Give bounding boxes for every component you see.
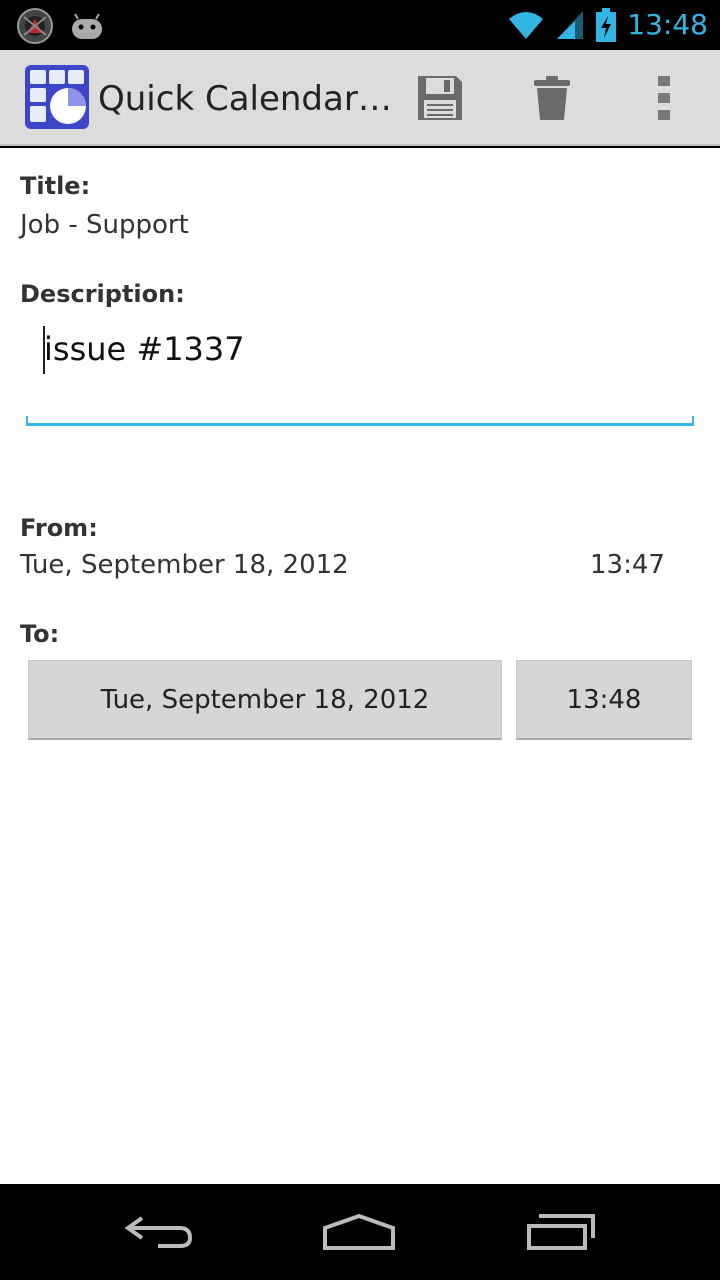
from-label: From: xyxy=(20,514,98,542)
status-time: 13:48 xyxy=(627,8,708,41)
signal-icon xyxy=(557,11,584,39)
event-form: Title: Job - Support Description: issue … xyxy=(0,148,720,1184)
to-date-button[interactable]: Tue, September 18, 2012 xyxy=(28,660,502,740)
delete-button[interactable] xyxy=(524,70,580,126)
from-time: 13:47 xyxy=(590,550,665,580)
wifi-icon xyxy=(509,12,544,39)
description-label: Description: xyxy=(20,280,185,308)
recents-button[interactable] xyxy=(516,1206,606,1258)
app-calendar-icon[interactable] xyxy=(24,64,90,130)
app-title: Quick Calendar… xyxy=(98,79,392,119)
input-underline xyxy=(26,423,694,426)
to-label: To: xyxy=(20,620,60,648)
title-label: Title: xyxy=(20,172,91,200)
avatar-notification-icon xyxy=(17,8,53,44)
home-icon xyxy=(323,1213,395,1250)
status-bar: 13:48 xyxy=(0,0,720,50)
description-input[interactable]: issue #1337 xyxy=(26,318,694,426)
save-icon xyxy=(418,76,462,120)
to-time-button[interactable]: 13:48 xyxy=(516,660,692,740)
description-text: issue #1337 xyxy=(44,330,245,368)
back-button[interactable] xyxy=(114,1206,204,1258)
back-icon xyxy=(124,1216,193,1248)
battery-charging-icon xyxy=(596,8,617,42)
from-date: Tue, September 18, 2012 xyxy=(20,550,349,580)
android-notification-icon xyxy=(72,13,102,39)
navigation-bar xyxy=(0,1184,720,1280)
notification-icons xyxy=(16,7,106,45)
home-button[interactable] xyxy=(314,1206,404,1258)
overflow-menu-icon xyxy=(658,76,670,120)
delete-icon xyxy=(534,76,570,120)
recents-icon xyxy=(527,1214,595,1250)
system-icons: 13:48 xyxy=(507,6,708,44)
save-button[interactable] xyxy=(412,70,468,126)
title-value: Job - Support xyxy=(20,210,189,240)
overflow-menu-button[interactable] xyxy=(636,70,692,126)
action-bar: Quick Calendar… xyxy=(0,50,720,146)
